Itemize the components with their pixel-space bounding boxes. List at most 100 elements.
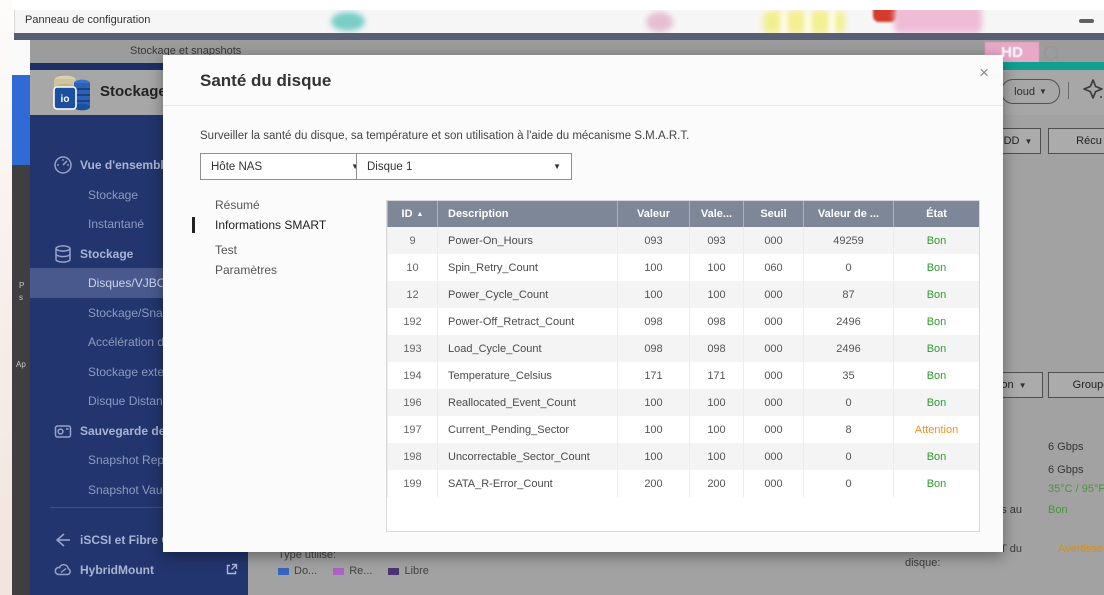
column-header-id[interactable]: ID ▲ — [387, 201, 437, 227]
edge-text-fragment: Ap — [16, 360, 26, 369]
status-cell: Attention — [893, 416, 979, 443]
legend-swatch — [278, 567, 289, 575]
recover-button[interactable]: Récu — [1048, 128, 1104, 154]
table-cell: 8 — [803, 416, 893, 443]
edge-text-fragment: P — [19, 281, 25, 290]
search-icon[interactable] — [1044, 46, 1058, 60]
host-select[interactable]: Hôte NAS ▼ — [200, 153, 370, 180]
legend-swatch — [388, 567, 400, 575]
legend-item: Libre — [388, 565, 429, 577]
wallpaper-blob — [331, 12, 365, 31]
usage-legend: Do... Re... Libre — [278, 565, 429, 577]
column-header-valeur[interactable]: Valeur — [617, 201, 689, 227]
table-cell: 200 — [689, 470, 743, 497]
column-header-vale-[interactable]: Vale... — [689, 201, 743, 227]
table-cell: Spin_Retry_Count — [437, 254, 617, 281]
table-cell: 2496 — [803, 335, 893, 362]
host-select-value: Hôte NAS — [211, 160, 263, 173]
tab-label[interactable]: Panneau de configuration — [25, 14, 150, 26]
column-header-valeur-de-[interactable]: Valeur de ... — [803, 201, 893, 227]
table-cell: Temperature_Celsius — [437, 362, 617, 389]
background-window-edge — [12, 40, 30, 75]
dialog-menu-test[interactable]: Test — [215, 243, 237, 257]
smart-table-row-9[interactable]: 9 Power-On_Hours 093 093 000 49259 Bon — [387, 227, 979, 254]
table-cell: 000 — [743, 470, 803, 497]
legend-swatch — [333, 567, 345, 575]
cloud-dropdown-button[interactable]: loud ▼ — [1001, 79, 1060, 104]
table-cell: 100 — [617, 281, 689, 308]
table-cell: 000 — [743, 389, 803, 416]
table-cell: 000 — [743, 362, 803, 389]
dialog-menu-informations-smart[interactable]: Informations SMART — [215, 218, 326, 232]
table-cell: Uncorrectable_Sector_Count — [437, 443, 617, 470]
status-cell: Bon — [893, 308, 979, 335]
table-cell: 100 — [689, 389, 743, 416]
status-cell: Bon — [893, 443, 979, 470]
table-cell: 12 — [387, 281, 437, 308]
legend-label: Do... — [294, 565, 318, 577]
dialog-description: Surveiller la santé du disque, sa tempér… — [200, 130, 690, 142]
notification-star-icon[interactable] — [1082, 78, 1104, 102]
disk-health-dialog: × Santé du disque Surveiller la santé du… — [163, 55, 1003, 552]
smart-table-row-10[interactable]: 10 Spin_Retry_Count 100 100 060 0 Bon — [387, 254, 979, 281]
table-cell: 0 — [803, 470, 893, 497]
disk-select[interactable]: Disque 1 ▼ — [356, 153, 572, 180]
background-window-edge-blue — [12, 75, 30, 165]
chevron-down-icon: ▼ — [553, 162, 561, 171]
table-cell: 2496 — [803, 308, 893, 335]
table-cell: 198 — [387, 443, 437, 470]
minimize-icon[interactable] — [1079, 19, 1094, 23]
sidebar-item-label: Stockage — [80, 246, 134, 261]
smart-table-row-197[interactable]: 197 Current_Pending_Sector 100 100 000 8 Atten… — [387, 416, 979, 443]
table-cell: Load_Cycle_Count — [437, 335, 617, 362]
table-cell: 192 — [387, 308, 437, 335]
sidebar-item-hybridmount[interactable]: HybridMount — [30, 555, 248, 585]
chevron-down-icon: ▼ — [1018, 380, 1027, 390]
smart-table-row-193[interactable]: 193 Load_Cycle_Count 098 098 000 2496 Bon — [387, 335, 979, 362]
table-cell: 098 — [689, 335, 743, 362]
table-cell: 100 — [617, 389, 689, 416]
table-cell: Power-Off_Retract_Count — [437, 308, 617, 335]
smart-table-row-199[interactable]: 199 SATA_R-Error_Count 200 200 000 0 Bon — [387, 470, 979, 497]
column-header-etat[interactable]: État — [893, 201, 979, 227]
table-cell: 0 — [803, 443, 893, 470]
svg-text:io: io — [61, 94, 70, 105]
table-cell: 098 — [617, 335, 689, 362]
wallpaper-blob — [646, 12, 673, 32]
table-cell: 000 — [743, 227, 803, 254]
table-cell: 171 — [689, 362, 743, 389]
table-cell: 060 — [743, 254, 803, 281]
external-link-icon[interactable] — [225, 563, 238, 576]
table-cell: 197 — [387, 416, 437, 443]
info-value: 6 Gbps — [1048, 464, 1084, 476]
smart-status-value: Avertissement — [1058, 543, 1104, 555]
table-cell: 098 — [617, 308, 689, 335]
group-button[interactable]: Groupe — [1048, 372, 1104, 398]
table-cell: 000 — [743, 335, 803, 362]
wallpaper-blob — [894, 10, 982, 33]
browser-tab-bar[interactable] — [14, 10, 1104, 33]
table-cell: 0 — [803, 254, 893, 281]
close-icon[interactable]: × — [979, 63, 989, 83]
smart-table-row-198[interactable]: 198 Uncorrectable_Sector_Count 100 100 000 0 B… — [387, 443, 979, 470]
table-cell: 199 — [387, 470, 437, 497]
table-cell: 9 — [387, 227, 437, 254]
smart-table-row-12[interactable]: 12 Power_Cycle_Count 100 100 000 87 Bon — [387, 281, 979, 308]
column-header-description[interactable]: Description — [437, 201, 617, 227]
smart-table-row-192[interactable]: 192 Power-Off_Retract_Count 098 098 000 2496 B… — [387, 308, 979, 335]
column-header-seuil[interactable]: Seuil — [743, 201, 803, 227]
sidebar-item-label: Instantané — [88, 217, 145, 231]
table-cell: 000 — [743, 416, 803, 443]
table-cell: Power-On_Hours — [437, 227, 617, 254]
table-cell: 100 — [689, 443, 743, 470]
sort-asc-icon: ▲ — [416, 210, 424, 218]
table-cell: 100 — [689, 281, 743, 308]
dialog-menu-r-sum-[interactable]: Résumé — [215, 198, 260, 212]
smart-table-row-194[interactable]: 194 Temperature_Celsius 171 171 000 35 Bon — [387, 362, 979, 389]
chevron-down-icon: ▼ — [1038, 87, 1047, 96]
smart-info-label-line2: disque: — [905, 557, 941, 569]
table-cell: Power_Cycle_Count — [437, 281, 617, 308]
dialog-menu-param-tres[interactable]: Paramètres — [215, 263, 277, 277]
smart-table-row-196[interactable]: 196 Reallocated_Event_Count 100 100 000 0 Bon — [387, 389, 979, 416]
status-cell: Bon — [893, 281, 979, 308]
